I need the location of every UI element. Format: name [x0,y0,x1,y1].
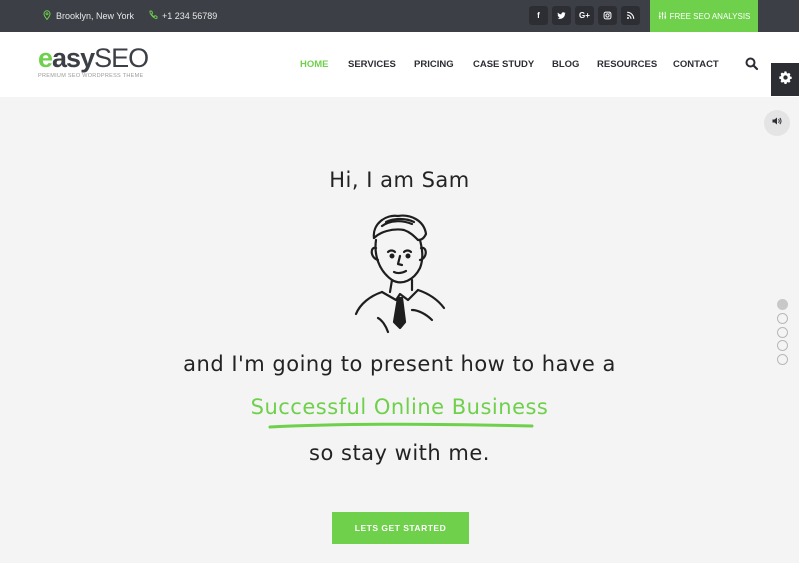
logo-tagline: PREMIUM SEO WORDPRESS THEME [38,73,144,79]
rss-icon[interactable] [621,6,640,25]
phone-icon [148,10,158,22]
top-bar: Brooklyn, New York +1 234 56789 f G+ FRE… [0,0,799,32]
location-info: Brooklyn, New York [42,0,134,32]
free-seo-analysis-label: FREE SEO ANALYSIS [669,11,751,21]
settings-panel-toggle[interactable] [771,63,799,96]
volume-icon [771,114,783,132]
map-pin-icon [42,10,52,22]
slider-dot-1[interactable] [777,299,788,310]
nav-resources[interactable]: RESOURCES [597,59,657,70]
hero-highlight: Successful Online Business [250,395,549,419]
site-header: easySEO PREMIUM SEO WORDPRESS THEME HOME… [0,32,799,97]
slider-dot-4[interactable] [777,340,788,351]
search-icon[interactable] [744,56,760,72]
nav-home[interactable]: HOME [300,59,329,70]
phone-info[interactable]: +1 234 56789 [148,0,217,32]
phone-text: +1 234 56789 [162,11,218,21]
google-plus-glyph: G+ [579,11,590,20]
nav-contact[interactable]: CONTACT [673,59,719,70]
facebook-icon[interactable]: f [529,6,548,25]
sound-toggle-button[interactable] [764,110,790,136]
sam-avatar-illustration [354,214,446,334]
logo-asy: asy [52,43,95,73]
nav-case-study[interactable]: CASE STUDY [473,59,534,70]
social-links: f G+ [529,6,640,25]
highlight-underline [268,422,534,429]
site-logo[interactable]: easySEO PREMIUM SEO WORDPRESS THEME [38,43,149,79]
instagram-icon[interactable] [598,6,617,25]
google-plus-icon[interactable]: G+ [575,6,594,25]
slider-dot-3[interactable] [777,327,788,338]
logo-e: e [38,43,53,73]
lets-get-started-button[interactable]: LETS GET STARTED [332,512,469,544]
hero-line-3: so stay with me. [309,441,490,465]
hero-line-1: and I'm going to present how to have a [183,352,616,376]
nav-services[interactable]: SERVICES [348,59,396,70]
logo-wordmark: easySEO [38,43,149,73]
gear-icon [778,70,793,90]
location-text: Brooklyn, New York [56,11,135,21]
logo-seo: SEO [94,43,149,73]
facebook-glyph: f [537,11,540,20]
nav-blog[interactable]: BLOG [552,59,579,70]
free-seo-analysis-button[interactable]: FREE SEO ANALYSIS [650,0,758,32]
twitter-icon[interactable] [552,6,571,25]
nav-pricing[interactable]: PRICING [414,59,454,70]
slider-dot-2[interactable] [777,313,788,324]
sliders-icon [658,11,667,22]
hero-title: Hi, I am Sam [329,168,470,192]
